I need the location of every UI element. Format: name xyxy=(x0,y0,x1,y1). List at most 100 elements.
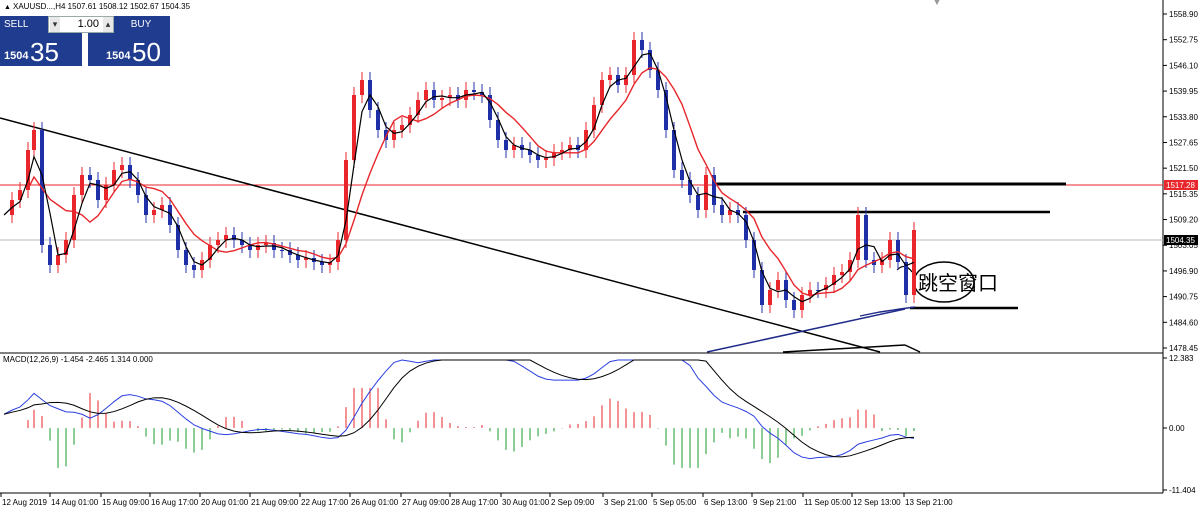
candle-body xyxy=(80,175,84,195)
candle-body xyxy=(768,290,772,305)
price-tick-label: 1490.75 xyxy=(1169,293,1198,302)
candle-body xyxy=(440,98,444,100)
current-price-label: 1504.35 xyxy=(1166,236,1195,245)
macd-tick-label: 12.383 xyxy=(1169,354,1194,363)
candle-body xyxy=(888,240,892,260)
candle-body xyxy=(32,130,36,150)
candle-body xyxy=(544,158,548,160)
sell-price-big: 35 xyxy=(30,37,59,67)
gap-annotation-label: 跳空窗口 xyxy=(918,272,998,295)
time-tick-label: 22 Aug 17:00 xyxy=(301,498,349,507)
candle-body xyxy=(776,280,780,290)
candle-body xyxy=(352,95,356,160)
time-tick-label: 6 Sep 13:00 xyxy=(704,498,748,507)
candle-body xyxy=(640,40,644,50)
ma-fast-line xyxy=(3,52,915,303)
candle-body xyxy=(280,250,284,251)
candle-body xyxy=(864,215,868,260)
candle-body xyxy=(152,210,156,215)
candle-body xyxy=(680,170,684,180)
candle-body xyxy=(792,300,796,310)
time-tick-label: 5 Sep 05:00 xyxy=(653,498,697,507)
candle-body xyxy=(256,245,260,250)
time-tick-label: 26 Aug 01:00 xyxy=(351,498,399,507)
lot-increase-icon[interactable]: ▴ xyxy=(103,17,113,32)
candle-body xyxy=(504,140,508,150)
buy-label[interactable]: BUY xyxy=(116,16,166,34)
price-tick-label: 1484.60 xyxy=(1169,318,1198,327)
chart-canvas[interactable]: 跳空窗口 ▼ MACD(12,26,9) -1.454 -2.465 1.314… xyxy=(0,0,1200,508)
candle-body xyxy=(48,245,52,265)
time-tick-label: 15 Aug 09:00 xyxy=(102,498,150,507)
price-tick-label: 1515.35 xyxy=(1169,190,1198,199)
lot-decrease-icon[interactable]: ▾ xyxy=(50,17,60,32)
candle-body xyxy=(696,195,700,210)
time-tick-label: 2 Sep 09:00 xyxy=(551,498,595,507)
candle-body xyxy=(192,265,196,270)
price-tick-label: 1496.90 xyxy=(1169,267,1198,276)
candle-body xyxy=(720,205,724,215)
symbol-collapse-icon[interactable]: ▲ xyxy=(4,4,11,11)
candle-body xyxy=(88,175,92,180)
candle-body xyxy=(896,240,900,262)
time-tick-label: 3 Sep 21:00 xyxy=(604,498,648,507)
time-axis[interactable]: 12 Aug 2019 14 Aug 01:00 15 Aug 09:00 16 Au… xyxy=(0,493,953,507)
price-tick-label: 1521.50 xyxy=(1169,164,1198,173)
macd-axis: 12.383 0.00 -11.404 xyxy=(1163,354,1196,495)
time-tick-label: 20 Aug 01:00 xyxy=(201,498,249,507)
macd-panel[interactable]: MACD(12,26,9) -1.454 -2.465 1.314 0.000 xyxy=(3,355,915,468)
lower-trend-line[interactable] xyxy=(782,344,906,353)
buy-price-big: 50 xyxy=(132,37,161,67)
candle-body xyxy=(704,175,708,210)
macd-histogram xyxy=(27,388,915,468)
candle-body xyxy=(56,255,60,265)
candle-body xyxy=(360,80,364,95)
candle-body xyxy=(424,90,428,100)
price-tick-label: 1478.45 xyxy=(1169,344,1198,353)
time-tick-label: 12 Aug 2019 xyxy=(2,498,47,507)
price-tick-label: 1539.95 xyxy=(1169,87,1198,96)
sell-label[interactable]: SELL xyxy=(0,16,46,34)
candle-body xyxy=(432,90,436,100)
candle-body xyxy=(96,180,100,200)
time-tick-label: 11 Sep 05:00 xyxy=(804,498,852,507)
candle-body xyxy=(400,125,404,130)
time-tick-label: 21 Aug 09:00 xyxy=(251,498,299,507)
candle-body xyxy=(120,165,124,170)
price-tick-label: 1527.65 xyxy=(1169,138,1198,147)
macd-tick-label: 0.00 xyxy=(1169,424,1185,433)
candle-body xyxy=(752,240,756,270)
candle-body xyxy=(184,250,188,265)
candlestick-series xyxy=(10,32,916,318)
candle-body xyxy=(608,75,612,80)
price-tick-label: 1558.90 xyxy=(1169,10,1198,19)
candle-body xyxy=(376,110,380,130)
uptrend-line[interactable] xyxy=(706,308,906,353)
candle-body xyxy=(472,90,476,92)
macd-info: MACD(12,26,9) -1.454 -2.465 1.314 0.000 xyxy=(3,355,153,364)
candle-body xyxy=(744,215,748,240)
price-tick-label: 1533.80 xyxy=(1169,113,1198,122)
candle-body xyxy=(216,240,220,245)
red-line-price-label: 1517.28 xyxy=(1166,181,1195,190)
ma-long-line xyxy=(859,306,916,317)
candle-body xyxy=(840,272,844,275)
candle-body xyxy=(904,262,908,295)
candle-body xyxy=(808,290,812,295)
time-tick-label: 14 Aug 01:00 xyxy=(51,498,99,507)
price-tick-label: 1546.10 xyxy=(1169,61,1198,70)
time-tick-label: 28 Aug 17:00 xyxy=(451,498,499,507)
ma-slow-line xyxy=(27,67,915,297)
macd-tick-label: -11.404 xyxy=(1169,486,1196,495)
price-tick-label: 1552.75 xyxy=(1169,36,1198,45)
price-tick-label: 1509.20 xyxy=(1169,216,1198,225)
buy-price-prefix: 1504 xyxy=(106,50,131,62)
time-tick-label: 27 Aug 09:00 xyxy=(402,498,450,507)
time-tick-label: 16 Aug 17:00 xyxy=(151,498,199,507)
shift-marker-icon[interactable]: ▼ xyxy=(932,0,942,8)
lower-trend-line-tail xyxy=(904,344,921,353)
time-tick-label: 30 Aug 01:00 xyxy=(502,498,550,507)
candle-body xyxy=(592,105,596,130)
candle-body xyxy=(232,235,236,240)
price-panel[interactable]: 跳空窗口 ▼ xyxy=(0,0,1164,494)
